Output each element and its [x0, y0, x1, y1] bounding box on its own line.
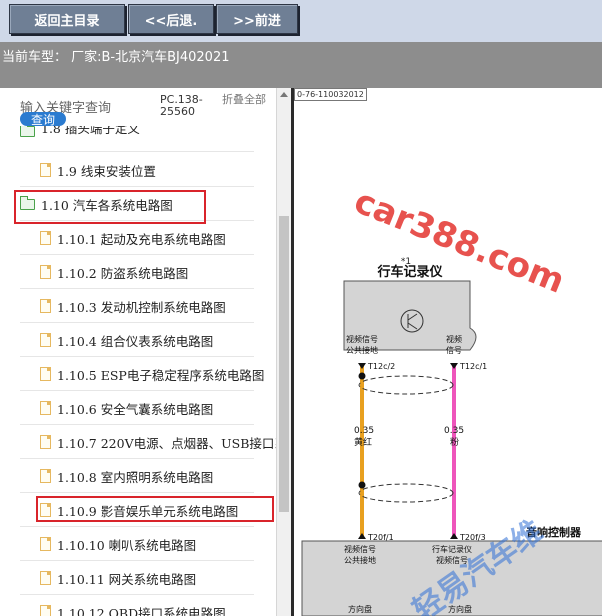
tree-item[interactable]: 1.10.4 组合仪表系统电路图 — [40, 330, 213, 350]
search-button[interactable]: 查询 — [20, 112, 66, 127]
tree-item[interactable]: 1.10.10 喇叭系统电路图 — [40, 534, 196, 554]
connector-arrow — [358, 363, 366, 369]
tree-item[interactable]: 1.10.11 网关系统电路图 — [40, 568, 196, 588]
divider — [20, 594, 254, 595]
divider — [20, 254, 254, 255]
tree-item-label: 1.10.2 防盗系统电路图 — [57, 265, 189, 281]
tree-item-label: 1.10.8 室内照明系统电路图 — [57, 469, 214, 485]
tree-item-label: 1.10.6 安全气囊系统电路图 — [57, 401, 214, 417]
divider — [20, 356, 254, 357]
tree-item-label: 1.10.7 220V电源、点烟器、USB接口系统电路图 — [57, 435, 276, 451]
wiring-diagram: *1 行车记录仪 视频信号 公共接地 视频 信号 T12c/2 T12c/1 0… — [301, 181, 602, 616]
tree-item-label: 1.9 线束安装位置 — [57, 163, 156, 179]
divider — [20, 322, 254, 323]
connector-arrow — [450, 533, 458, 539]
junction-dot — [358, 481, 366, 489]
current-car-bar: 当前车型： 厂家:B-北京汽车BJ402021 — [0, 42, 602, 88]
bottom-left-line2: 公共接地 — [344, 555, 376, 565]
document-icon — [40, 265, 51, 279]
tree-item[interactable]: 1.9 线束安装位置 — [40, 160, 156, 180]
divider — [20, 492, 254, 493]
divider — [20, 424, 254, 425]
document-icon — [40, 469, 51, 483]
bottom-left-line1: 视频信号 — [344, 544, 376, 554]
wire-color-right: 粉 — [450, 436, 459, 448]
sidebar-scrollbar[interactable] — [276, 88, 291, 616]
tree-item[interactable]: 1.10.1 起动及充电系统电路图 — [40, 228, 226, 248]
left-signal-line2: 公共接地 — [346, 345, 378, 355]
divider — [20, 186, 254, 187]
highlight-box — [14, 190, 206, 224]
pc-code-label: PC.138-25560 — [160, 93, 203, 118]
diagram-viewer: *1 行车记录仪 视频信号 公共接地 视频 信号 T12c/2 T12c/1 0… — [291, 88, 602, 616]
transistor-icon — [400, 309, 424, 333]
document-icon — [40, 537, 51, 551]
tree-item-label: 1.10.5 ESP电子稳定程序系统电路图 — [57, 367, 265, 383]
wire-color-left: 黄红 — [354, 436, 372, 448]
back-button[interactable]: <<后退. — [128, 4, 214, 34]
shield-ellipse — [358, 483, 454, 503]
document-icon — [40, 367, 51, 381]
toc-sidebar: 输入关键字查询 查询 PC.138-25560 折叠全部 1.8 插头端子定义 … — [0, 88, 276, 616]
tree-item-label: 1.10.11 网关系统电路图 — [57, 571, 197, 587]
pin-label-t20f3: T20f/3 — [459, 533, 486, 542]
tree-item[interactable]: 1.10.12 OBD接口系统电路图 — [40, 602, 226, 616]
folder-open-icon — [20, 126, 35, 137]
divider — [20, 390, 254, 391]
tree-item-label: 1.10.1 起动及充电系统电路图 — [57, 231, 226, 247]
pin-label-t12c1: T12c/1 — [459, 362, 487, 371]
tree-item-partial[interactable]: 1.8 插头端子定义 — [20, 126, 140, 142]
steering-left: 方向盘 — [348, 604, 372, 614]
document-icon — [40, 333, 51, 347]
shield-ellipse — [358, 375, 454, 395]
divider — [20, 458, 254, 459]
tree-item[interactable]: 1.10.6 安全气囊系统电路图 — [40, 398, 213, 418]
document-icon — [40, 401, 51, 415]
connector-arrow — [358, 533, 366, 539]
tree-item-label: 1.8 插头端子定义 — [41, 126, 140, 136]
wire-gauge-right: 0.35 — [444, 426, 464, 436]
tree-item-label: 1.10.3 发动机控制系统电路图 — [57, 299, 226, 315]
current-car-text: 当前车型： 厂家:B-北京汽车BJ402021 — [2, 50, 230, 65]
tree-item[interactable]: 1.10.5 ESP电子稳定程序系统电路图 — [40, 364, 264, 384]
bottom-right-line1: 行车记录仪 — [432, 544, 472, 554]
divider — [20, 526, 254, 527]
scroll-thumb[interactable] — [279, 216, 289, 512]
divider — [20, 288, 254, 289]
tree-item[interactable]: 1.10.3 发动机控制系统电路图 — [40, 296, 226, 316]
right-signal-line2: 信号 — [446, 345, 462, 355]
tree-item[interactable]: 1.10.8 室内照明系统电路图 — [40, 466, 213, 486]
connector-arrow — [450, 363, 458, 369]
document-icon — [40, 571, 51, 585]
document-reference: 0-76-110032012 — [294, 88, 367, 101]
tree-item-label: 1.10.4 组合仪表系统电路图 — [57, 333, 214, 349]
tree-item-label: 1.10.10 喇叭系统电路图 — [57, 537, 197, 553]
pin-label-t20f1: T20f/1 — [367, 533, 394, 542]
tree-item-label: 1.10.12 OBD接口系统电路图 — [57, 605, 226, 616]
divider — [20, 560, 254, 561]
tree-item[interactable]: 1.10.2 防盗系统电路图 — [40, 262, 188, 282]
home-button[interactable]: 返回主目录 — [9, 4, 125, 34]
document-icon — [40, 231, 51, 245]
scroll-up-arrow-icon[interactable] — [277, 88, 291, 102]
left-signal-line1: 视频信号 — [346, 334, 378, 344]
document-icon — [40, 605, 51, 616]
highlight-box — [36, 496, 274, 522]
right-signal-line1: 视频 — [446, 334, 462, 344]
document-icon — [40, 435, 51, 449]
forward-button[interactable]: >>前进 — [216, 4, 298, 34]
tree-item[interactable]: 1.10.7 220V电源、点烟器、USB接口系统电路图 — [40, 432, 276, 452]
document-icon — [40, 163, 51, 177]
recorder-title: 行车记录仪 — [376, 264, 443, 280]
pin-label-t12c2: T12c/2 — [367, 362, 395, 371]
document-icon — [40, 299, 51, 313]
wire-gauge-left: 0.35 — [354, 426, 374, 436]
divider — [20, 151, 254, 152]
toolbar: 返回主目录 <<后退. >>前进 — [0, 0, 602, 42]
collapse-all-button[interactable]: 折叠全部 — [222, 94, 266, 106]
junction-dot — [358, 372, 366, 380]
